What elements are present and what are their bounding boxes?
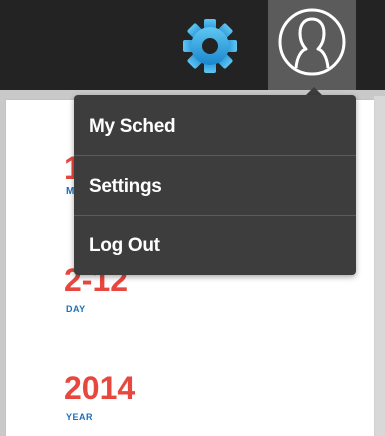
day-label: DAY xyxy=(66,304,86,314)
content-scroll-edge xyxy=(374,96,385,436)
top-navigation-bar xyxy=(0,0,385,90)
menu-divider xyxy=(74,155,356,156)
menu-item-settings[interactable]: Settings xyxy=(74,157,356,216)
menu-item-log-out[interactable]: Log Out xyxy=(74,216,356,275)
menu-item-my-sched[interactable]: My Sched xyxy=(74,97,356,156)
gear-icon xyxy=(183,19,237,73)
settings-gear-button[interactable] xyxy=(178,14,242,78)
profile-dropdown-menu: My Sched Settings Log Out xyxy=(74,95,356,275)
year-label: YEAR xyxy=(66,412,94,422)
user-avatar-icon xyxy=(278,8,346,76)
year-value: 2014 xyxy=(64,370,136,406)
profile-menu-button[interactable] xyxy=(268,0,356,90)
